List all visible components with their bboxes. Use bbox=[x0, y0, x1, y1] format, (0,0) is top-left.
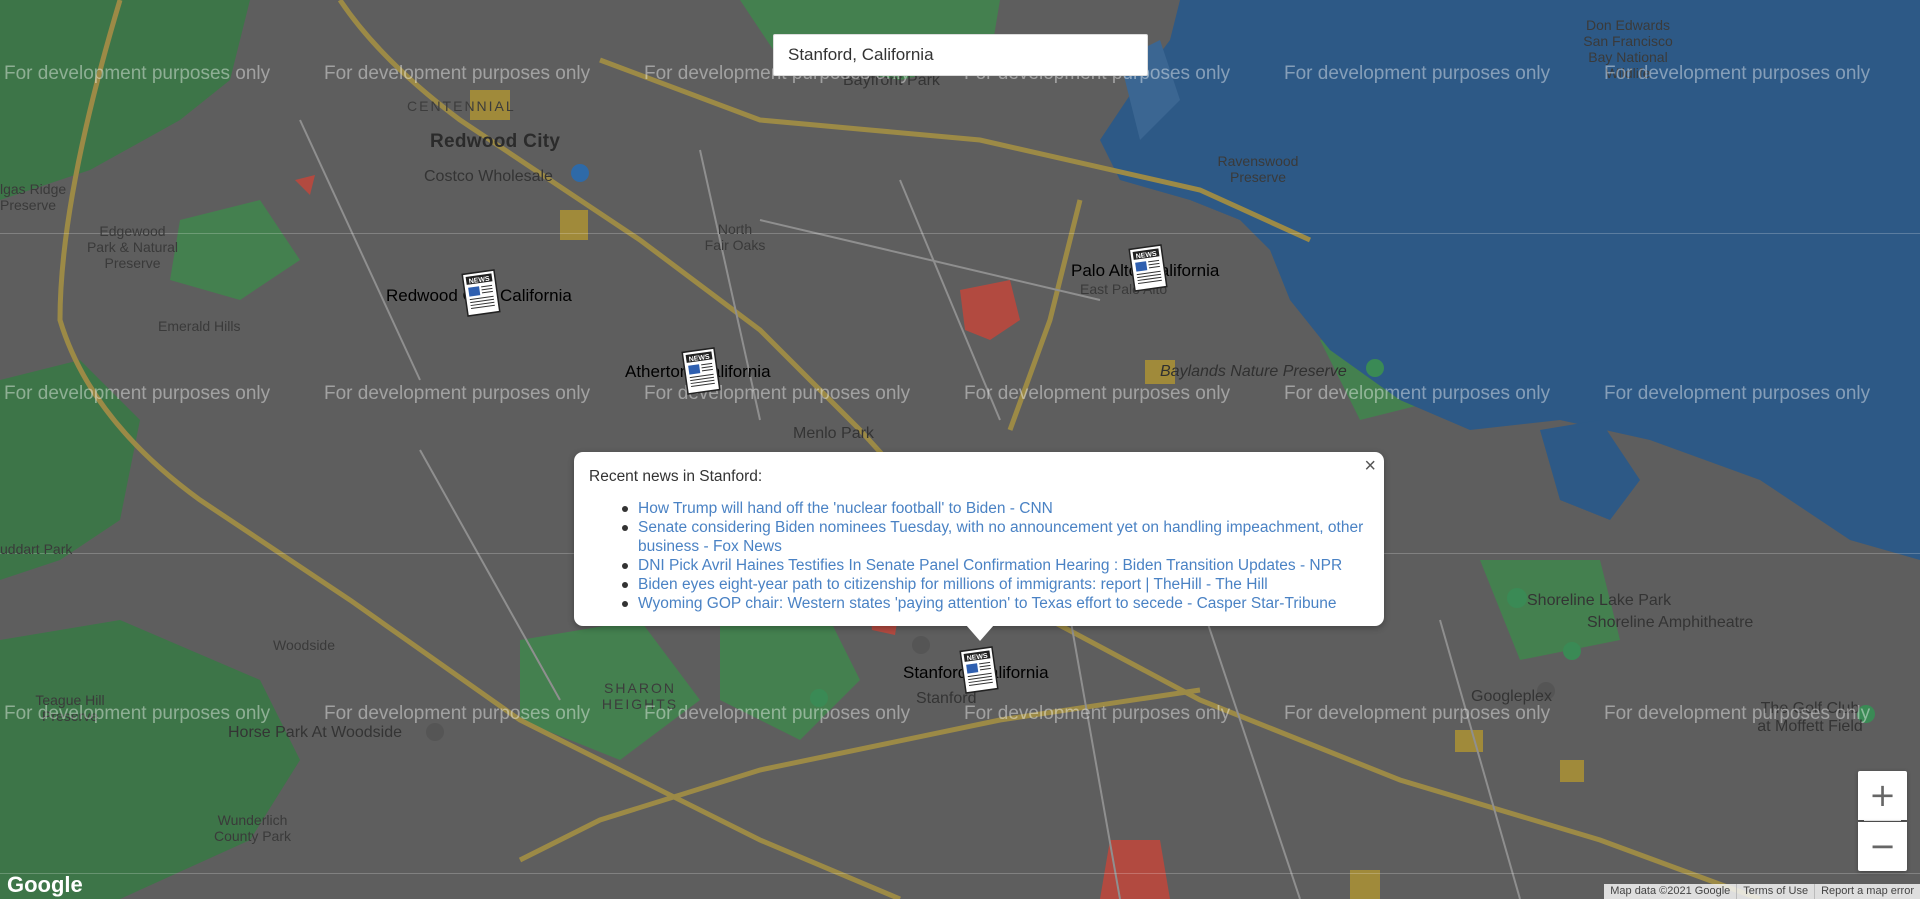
news-list-item: DNI Pick Avril Haines Testifies In Senat… bbox=[622, 556, 1369, 575]
zoom-in-button[interactable]: + bbox=[1858, 771, 1907, 820]
place-label-centennial: CENTENNIAL bbox=[407, 98, 516, 114]
place-label-shoreline-lake: Shoreline Lake Park bbox=[1527, 592, 1672, 609]
map-background bbox=[0, 0, 1920, 899]
map-canvas[interactable]: CENTENNIAL Redwood City Costco Wholesale… bbox=[0, 0, 1920, 899]
place-label-sharon-heights: SHARON HEIGHTS bbox=[601, 680, 679, 713]
place-label-teague-hill: Teague Hill Preserve bbox=[35, 692, 105, 725]
newspaper-icon[interactable]: NEWS bbox=[1126, 243, 1170, 293]
google-logo: Google bbox=[7, 872, 83, 897]
news-list-item: Biden eyes eight-year path to citizenshi… bbox=[622, 575, 1369, 594]
news-info-window: × Recent news in Stanford: How Trump wil… bbox=[574, 452, 1384, 626]
news-list: How Trump will hand off the 'nuclear foo… bbox=[589, 499, 1369, 613]
place-label-algas-ridge: lgas Ridge Preserve bbox=[0, 181, 67, 214]
news-link[interactable]: Biden eyes eight-year path to citizenshi… bbox=[638, 576, 1268, 593]
tile-seam bbox=[0, 233, 1920, 234]
map-attribution: Map data ©2021 Google Terms of Use Repor… bbox=[1604, 884, 1920, 899]
report-map-error-link[interactable]: Report a map error bbox=[1814, 884, 1920, 899]
place-label-golf-club: The Golf Club at Moffett Field bbox=[1757, 700, 1863, 736]
news-link[interactable]: Senate considering Biden nominees Tuesda… bbox=[638, 519, 1363, 555]
place-label-googleplex: Googleplex bbox=[1471, 688, 1552, 705]
place-label-emerald-hills: Emerald Hills bbox=[158, 318, 241, 334]
newspaper-icon[interactable]: NEWS bbox=[957, 645, 1001, 695]
tile-seam bbox=[0, 873, 1920, 874]
news-link[interactable]: DNI Pick Avril Haines Testifies In Senat… bbox=[638, 557, 1342, 574]
place-label-woodside: Woodside bbox=[273, 637, 336, 653]
place-label-huddart: uddart Park bbox=[0, 541, 73, 557]
info-window-tail bbox=[966, 625, 994, 641]
zoom-divider bbox=[1864, 820, 1901, 821]
place-label-ravenswood: Ravenswood Preserve bbox=[1217, 153, 1299, 186]
news-list-item: Wyoming GOP chair: Western states 'payin… bbox=[622, 594, 1369, 613]
place-label-costco: Costco Wholesale bbox=[424, 168, 553, 185]
info-window-heading: Recent news in Stanford: bbox=[589, 468, 763, 485]
search-input[interactable] bbox=[773, 34, 1148, 76]
place-label-north-fair-oaks: North Fair Oaks bbox=[704, 221, 766, 254]
terms-of-use-link[interactable]: Terms of Use bbox=[1736, 884, 1814, 899]
news-list-item: Senate considering Biden nominees Tuesda… bbox=[622, 518, 1369, 556]
close-icon[interactable]: × bbox=[1364, 456, 1376, 476]
place-label-menlo-park: Menlo Park bbox=[793, 425, 874, 442]
place-label-baylands: Baylands Nature Preserve bbox=[1160, 363, 1347, 380]
news-link[interactable]: How Trump will hand off the 'nuclear foo… bbox=[638, 500, 1053, 517]
place-label-don-edwards: Don Edwards San Francisco Bay National Wild… bbox=[1583, 17, 1673, 82]
newspaper-icon[interactable]: NEWS bbox=[459, 268, 503, 318]
place-label-redwood-city: Redwood City bbox=[430, 131, 561, 152]
map-data-text: Map data ©2021 Google bbox=[1610, 885, 1731, 897]
place-label-horse-park: Horse Park At Woodside bbox=[228, 724, 403, 741]
place-label-shoreline-amphitheatre: Shoreline Amphitheatre bbox=[1587, 614, 1754, 631]
place-label-edgewood: Edgewood Park & Natural Preserve bbox=[86, 223, 179, 272]
newspaper-icon[interactable]: NEWS bbox=[679, 346, 723, 396]
place-label-wunderlich: Wunderlich County Park bbox=[213, 812, 292, 845]
news-link[interactable]: Wyoming GOP chair: Western states 'payin… bbox=[638, 595, 1336, 612]
news-list-item: How Trump will hand off the 'nuclear foo… bbox=[622, 499, 1369, 518]
zoom-out-button[interactable]: − bbox=[1858, 822, 1907, 871]
